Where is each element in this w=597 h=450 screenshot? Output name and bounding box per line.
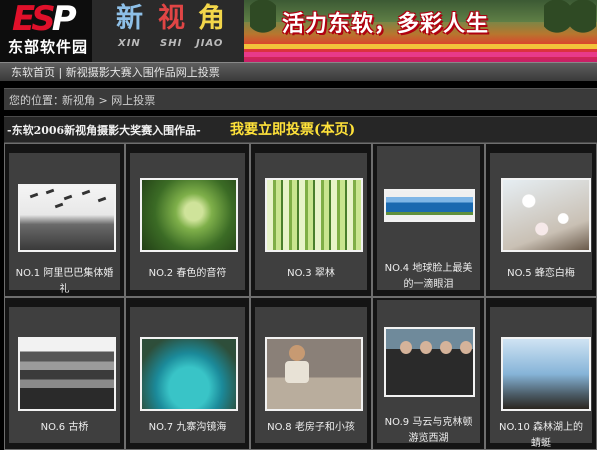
photo-card: NO.6 古桥 <box>9 307 120 443</box>
bird-shape <box>29 192 39 199</box>
photo-caption[interactable]: NO.7 九寨沟镜海 <box>130 420 245 436</box>
person-face <box>400 341 412 354</box>
photo-card: NO.9 马云与克林顿游览西湖 <box>377 300 480 444</box>
breadcrumb: 您的位置： 新视角 > 网上投票 <box>4 88 597 110</box>
photo-caption[interactable]: NO.9 马云与克林顿游览西湖 <box>377 415 480 447</box>
column-pinyin-1: XIN <box>118 38 141 49</box>
column-char-3: 角 <box>198 3 225 34</box>
photo-card: NO.7 九寨沟镜海 <box>130 307 245 443</box>
breadcrumb-label: 您的位置： <box>9 94 64 107</box>
logo-mark-letter: P <box>51 0 77 39</box>
photo-card: NO.3 翠林 <box>255 153 367 290</box>
photo-grid: NO.1 阿里巴巴集体婚礼 NO.2 春色的音符 NO.3 翠林 NO.4 地球脸上最… <box>4 143 597 450</box>
photo-entry[interactable]: NO.10 森林湖上的蜻蜓 <box>485 297 597 450</box>
photo-thumbnail[interactable] <box>265 337 363 411</box>
photo-caption[interactable]: NO.1 阿里巴巴集体婚礼 <box>9 266 120 298</box>
photo-entry[interactable]: NO.8 老房子和小孩 <box>250 297 372 450</box>
column-pinyin-3: JIAO <box>196 38 224 49</box>
photo-card: NO.5 蜂恋白梅 <box>490 153 592 290</box>
column-logo: 新 视 角 XIN SHI JIAO <box>92 0 244 62</box>
photo-entry[interactable]: NO.2 春色的音符 <box>125 143 250 297</box>
photo-caption[interactable]: NO.10 森林湖上的蜻蜓 <box>490 420 592 450</box>
photo-entry[interactable]: NO.9 马云与克林顿游览西湖 <box>372 297 485 450</box>
banner-flower-row <box>244 44 597 49</box>
photo-card: NO.1 阿里巴巴集体婚礼 <box>9 153 120 295</box>
photo-thumbnail[interactable] <box>265 178 363 252</box>
photo-caption[interactable]: NO.6 古桥 <box>9 420 120 436</box>
photo-caption[interactable]: NO.5 蜂恋白梅 <box>490 266 592 282</box>
photo-entry[interactable]: NO.3 翠林 <box>250 143 372 297</box>
banner-slogan: 活力东软，多彩人生 <box>282 12 490 37</box>
photo-entry[interactable]: NO.5 蜂恋白梅 <box>485 143 597 297</box>
person-face <box>420 341 432 354</box>
top-nav-bar: 东软首页 | 新视摄影大赛入围作品网上投票 <box>0 62 597 81</box>
child-head <box>289 345 305 361</box>
banner-tree <box>570 0 596 40</box>
section-title: -东软2006新视角摄影大奖赛入围作品- <box>7 124 201 137</box>
bird-shape <box>45 188 55 195</box>
photo-caption[interactable]: NO.4 地球脸上最美的一滴眼泪 <box>377 261 480 293</box>
photo-thumbnail[interactable] <box>384 327 475 397</box>
photo-thumbnail[interactable] <box>384 189 475 222</box>
photo-caption[interactable]: NO.8 老房子和小孩 <box>255 420 367 436</box>
banner-tree <box>250 0 276 40</box>
banner-tree <box>544 0 570 40</box>
child-body <box>285 361 309 383</box>
person-face <box>460 341 472 354</box>
vote-now-link[interactable]: 我要立即投票(本页) <box>230 121 355 139</box>
photo-thumbnail[interactable] <box>140 178 238 252</box>
photo-thumbnail[interactable] <box>501 178 591 252</box>
top-nav-links[interactable]: 东软首页 | 新视摄影大赛入围作品网上投票 <box>11 65 220 80</box>
photo-card: NO.8 老房子和小孩 <box>255 307 367 443</box>
bird-shape <box>54 202 64 209</box>
photo-thumbnail[interactable] <box>18 184 116 252</box>
header: ESP 东部软件园 新 视 角 XIN SHI JIAO 活力东软，多彩人生 <box>0 0 597 62</box>
photo-entry[interactable]: NO.1 阿里巴巴集体婚礼 <box>4 143 125 297</box>
photo-caption[interactable]: NO.3 翠林 <box>255 266 367 282</box>
company-logo[interactable]: ESP 东部软件园 <box>0 0 92 62</box>
photo-thumbnail[interactable] <box>18 337 116 411</box>
bird-shape <box>97 196 107 203</box>
site-name: 东部软件园 <box>8 38 89 56</box>
bird-shape <box>81 189 91 196</box>
photo-entry[interactable]: NO.7 九寨沟镜海 <box>125 297 250 450</box>
bird-shape <box>63 194 73 201</box>
logo-mark: ESP <box>12 0 77 39</box>
column-pinyin-2: SHI <box>160 38 183 49</box>
photo-card: NO.2 春色的音符 <box>130 153 245 290</box>
column-char-2: 视 <box>158 3 185 34</box>
photo-card: NO.10 森林湖上的蜻蜓 <box>490 307 592 449</box>
photo-card: NO.4 地球脸上最美的一滴眼泪 <box>377 146 480 290</box>
breadcrumb-path[interactable]: 新视角 > 网上投票 <box>62 93 155 108</box>
photo-entry[interactable]: NO.4 地球脸上最美的一滴眼泪 <box>372 143 485 297</box>
photo-thumbnail[interactable] <box>140 337 238 411</box>
photo-caption[interactable]: NO.2 春色的音符 <box>130 266 245 282</box>
banner-flower-row <box>244 52 597 57</box>
column-char-1: 新 <box>116 3 143 34</box>
divider <box>0 81 597 88</box>
photo-thumbnail[interactable] <box>501 337 591 411</box>
person-face <box>440 341 452 354</box>
photo-entry[interactable]: NO.6 古桥 <box>4 297 125 450</box>
page: ESP 东部软件园 新 视 角 XIN SHI JIAO 活力东软，多彩人生 东… <box>0 0 597 450</box>
section-header: -东软2006新视角摄影大奖赛入围作品- 我要立即投票(本页) <box>4 116 597 143</box>
header-banner: 活力东软，多彩人生 <box>244 0 597 62</box>
